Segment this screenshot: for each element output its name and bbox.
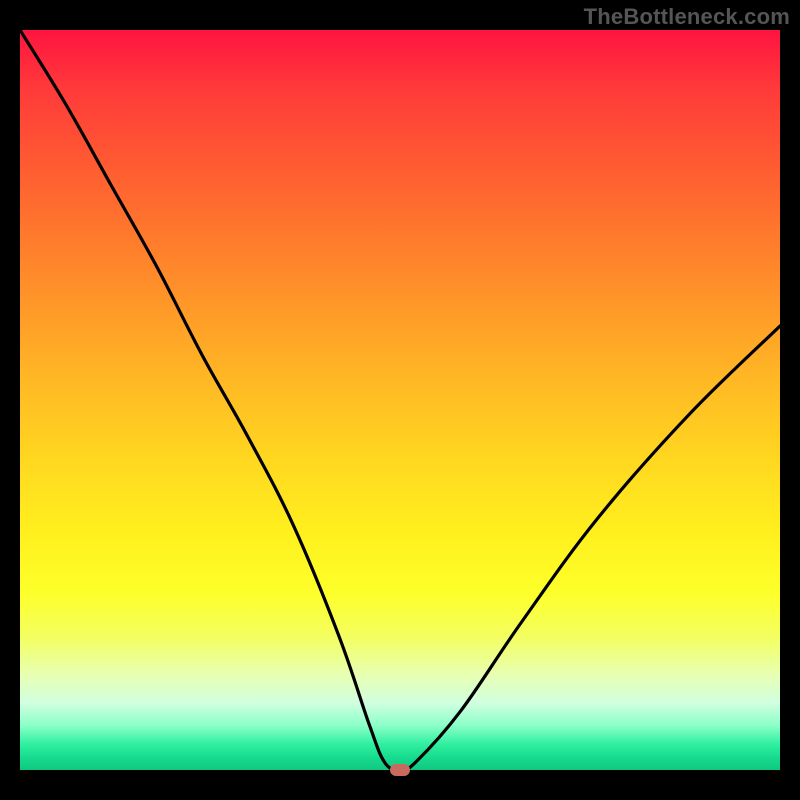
minimum-marker (390, 764, 410, 776)
watermark-text: TheBottleneck.com (584, 4, 790, 30)
chart-frame: TheBottleneck.com (0, 0, 800, 800)
bottleneck-curve (20, 30, 780, 770)
curve-layer (20, 30, 780, 770)
plot-area (20, 30, 780, 770)
